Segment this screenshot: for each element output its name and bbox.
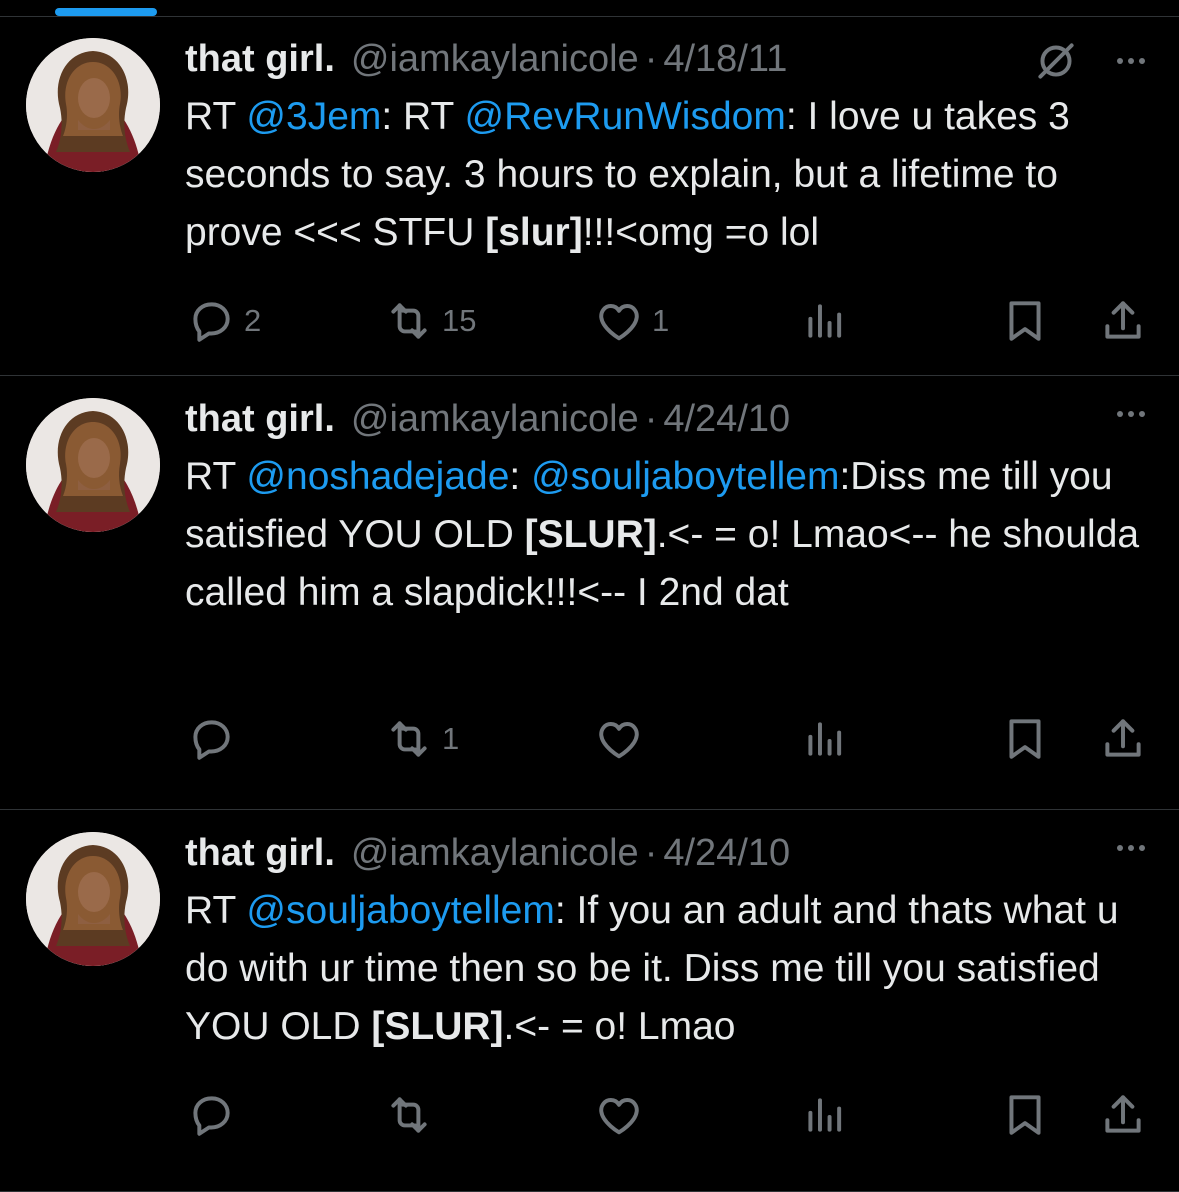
bookmark-icon [1000,296,1050,346]
header-icons [1117,404,1145,424]
more-options-icon[interactable] [1117,51,1145,71]
text-segment: RT [185,95,247,138]
like-button-count: 1 [652,303,670,338]
avatar[interactable] [26,832,160,966]
repost-icon [384,296,434,346]
text-segment: .<- = o! Lmao [503,1005,736,1048]
text-segment: : RT [381,95,465,138]
mention-link[interactable]: @souljaboytellem [246,889,554,932]
tweet-header: that girl. @iamkaylanicole · 4/18/11 [185,38,787,84]
repost-button-count: 1 [442,721,460,756]
bold-text: [SLUR] [524,513,657,556]
action-bar [0,1090,1179,1150]
text-segment: : [509,455,532,498]
avatar[interactable] [26,38,160,172]
separator-dot: · [644,398,658,440]
tweet-date[interactable]: 4/18/11 [663,38,787,81]
user-handle[interactable]: @iamkaylanicole [351,398,639,441]
tweet-text: RT @3Jem: RT @RevRunWisdom: I love u tak… [185,88,1155,262]
more-options-icon[interactable] [1117,404,1145,424]
share-button[interactable] [1098,1090,1148,1140]
views-button[interactable] [798,296,848,346]
tweet[interactable]: that girl. @iamkaylanicole · 4/24/10 RT @sou… [0,810,1179,1192]
bookmark-icon [1000,714,1050,764]
heart-icon [594,296,644,346]
tweet-text: RT @noshadejade: @souljaboytellem:Diss m… [185,448,1155,622]
like-button[interactable] [594,1090,652,1140]
views-button[interactable] [798,1090,848,1140]
text-segment: RT [185,455,247,498]
heart-icon [594,714,644,764]
action-bar: 2 15 1 [0,296,1179,356]
no-audio-icon[interactable] [1031,36,1081,86]
share-icon [1098,714,1148,764]
text-segment: RT [185,889,247,932]
repost-button[interactable]: 1 [384,714,459,764]
like-button[interactable]: 1 [594,296,669,346]
share-icon [1098,1090,1148,1140]
tweet[interactable]: that girl. @iamkaylanicole · 4/24/10 RT @nos… [0,376,1179,810]
tweet-header: that girl. @iamkaylanicole · 4/24/10 [185,832,790,878]
display-name[interactable]: that girl. [185,832,335,875]
bookmark-button[interactable] [1000,1090,1050,1140]
reply-button-count: 2 [244,303,262,338]
repost-icon [384,1090,434,1140]
share-button[interactable] [1098,714,1148,764]
user-handle[interactable]: @iamkaylanicole [351,38,639,81]
repost-icon [384,714,434,764]
reply-icon [186,296,236,346]
reply-button[interactable] [186,714,244,764]
active-tab-indicator [55,8,157,16]
reply-button[interactable] [186,1090,244,1140]
bookmark-button[interactable] [1000,296,1050,346]
reply-button[interactable]: 2 [186,296,261,346]
heart-icon [594,1090,644,1140]
repost-button-count: 15 [442,303,477,338]
like-button[interactable] [594,714,652,764]
mention-link[interactable]: @noshadejade [246,455,509,498]
views-icon [798,714,848,764]
more-options-icon[interactable] [1117,838,1145,858]
separator-dot: · [644,832,658,874]
bookmark-icon [1000,1090,1050,1140]
share-button[interactable] [1098,296,1148,346]
share-icon [1098,296,1148,346]
bold-text: [slur] [485,211,583,254]
display-name[interactable]: that girl. [185,398,335,441]
mention-link[interactable]: @souljaboytellem [531,455,839,498]
views-icon [798,296,848,346]
views-button[interactable] [798,714,848,764]
mention-link[interactable]: @3Jem [246,95,381,138]
bold-text: [SLUR] [371,1005,504,1048]
mention-link[interactable]: @RevRunWisdom [464,95,785,138]
tweet[interactable]: that girl. @iamkaylanicole · 4/18/11 RT @3Je… [0,16,1179,376]
reply-icon [186,714,236,764]
header-icons [1117,838,1145,858]
action-bar: 1 [0,714,1179,774]
tweet-header: that girl. @iamkaylanicole · 4/24/10 [185,398,790,444]
header-icons [1031,36,1145,86]
tweet-text: RT @souljaboytellem: If you an adult and… [185,882,1155,1056]
reply-icon [186,1090,236,1140]
tweet-date[interactable]: 4/24/10 [663,832,790,875]
bookmark-button[interactable] [1000,714,1050,764]
views-icon [798,1090,848,1140]
avatar[interactable] [26,398,160,532]
repost-button[interactable]: 15 [384,296,476,346]
text-segment: !!!<omg =o lol [582,211,820,254]
tweet-date[interactable]: 4/24/10 [663,398,790,441]
user-handle[interactable]: @iamkaylanicole [351,832,639,875]
display-name[interactable]: that girl. [185,38,335,81]
repost-button[interactable] [384,1090,442,1140]
separator-dot: · [644,38,658,80]
